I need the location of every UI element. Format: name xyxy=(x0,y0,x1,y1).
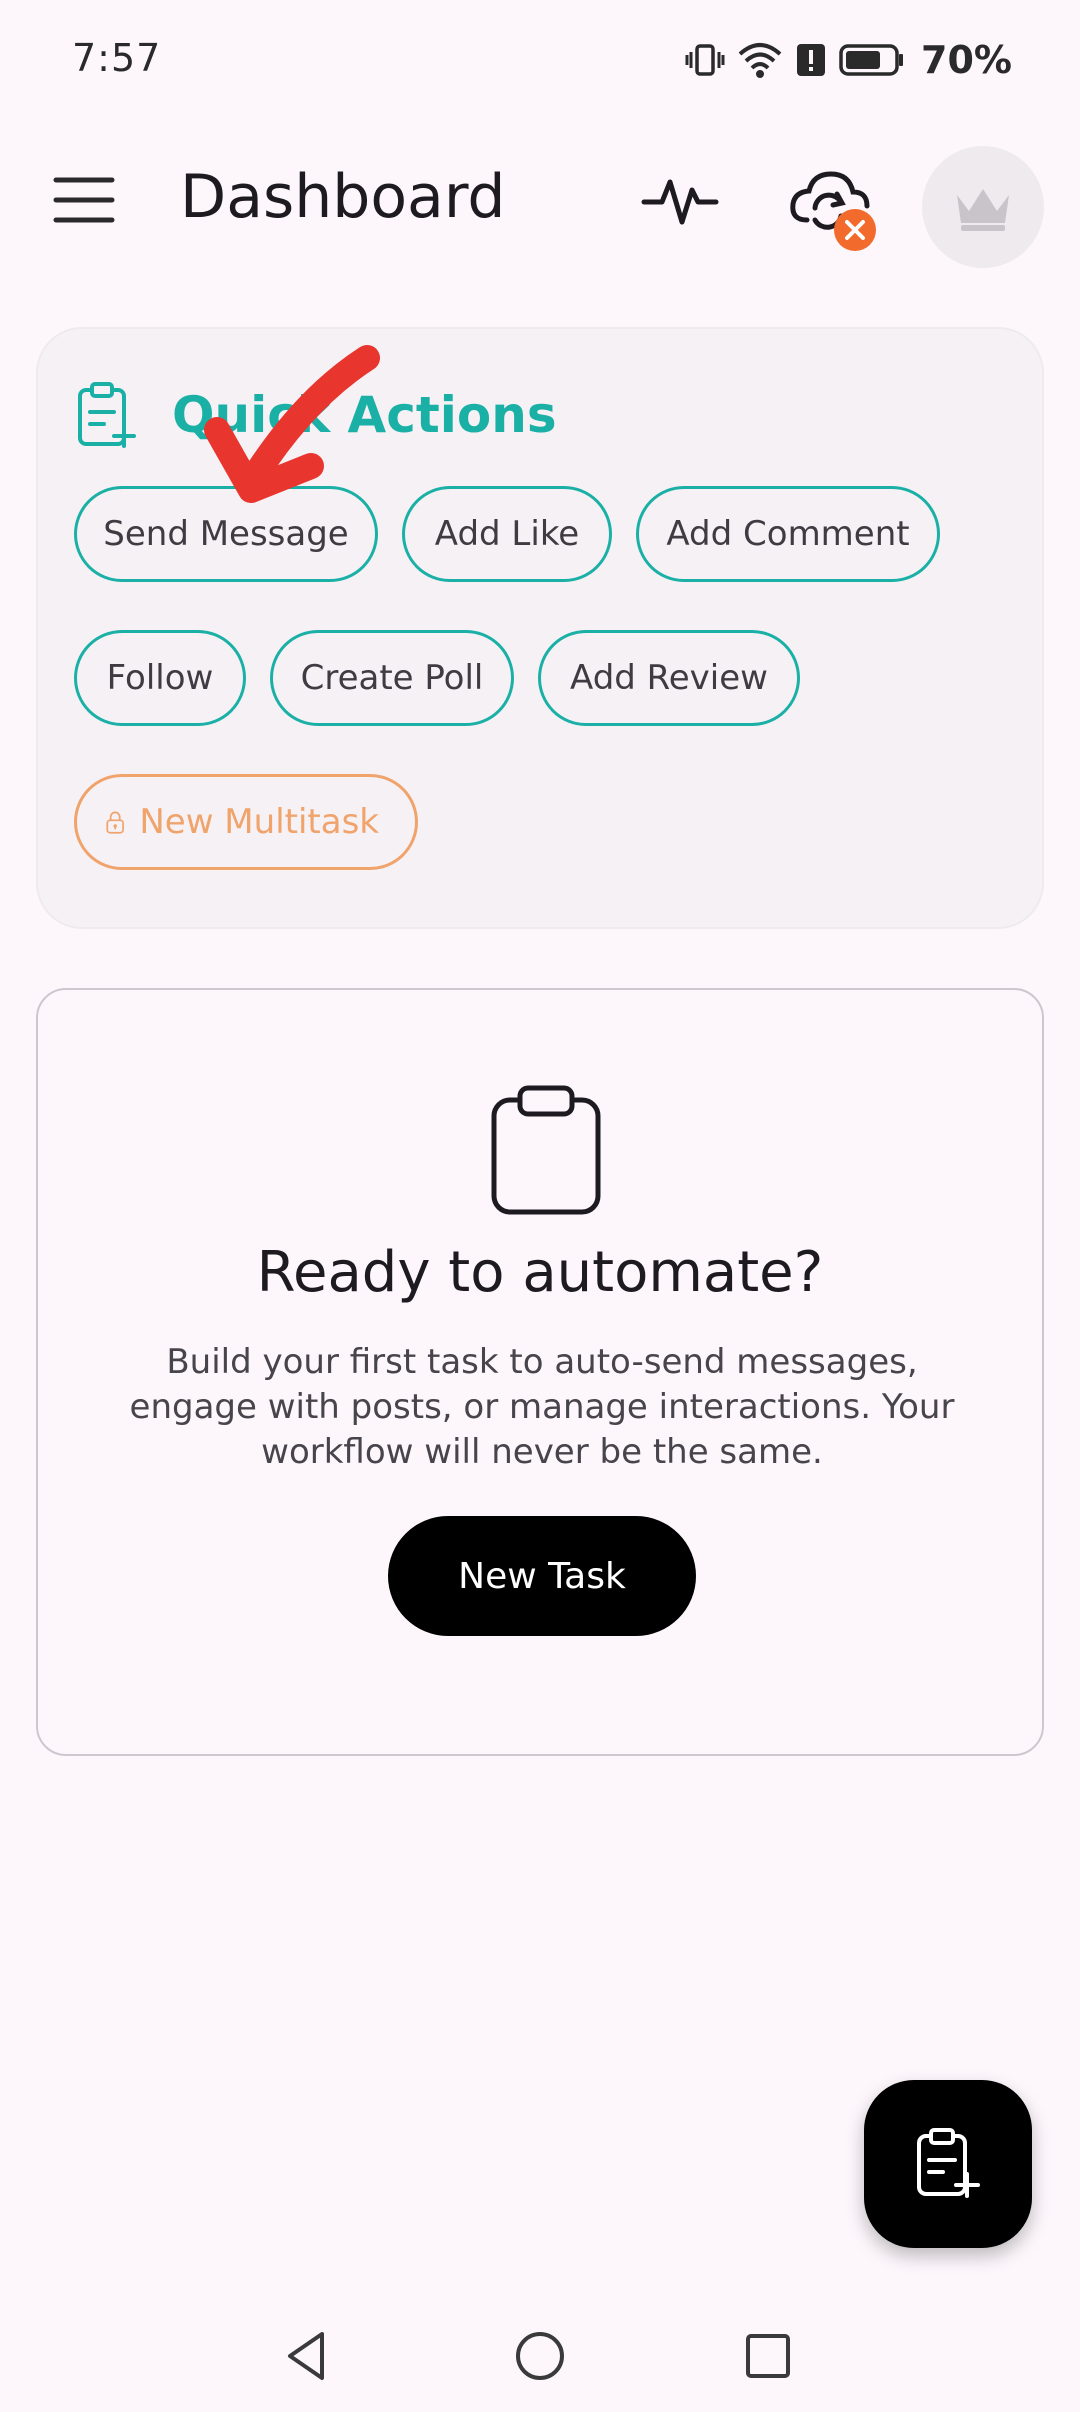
empty-state-description: Build your first task to auto-send messa… xyxy=(129,1342,955,1472)
recents-square-icon xyxy=(746,2334,790,2378)
empty-state-title: Ready to automate? xyxy=(256,1240,824,1305)
wifi-icon xyxy=(738,43,782,78)
status-bar: 7:57 70% xyxy=(0,0,1080,124)
crown-icon xyxy=(957,189,1009,231)
chip-follow[interactable]: Follow xyxy=(74,630,246,726)
cloud-sync-error-icon xyxy=(790,171,876,251)
quick-actions-header: Quick Actions xyxy=(74,377,557,453)
nav-recents-button[interactable] xyxy=(732,2320,804,2392)
status-time: 7:57 xyxy=(72,36,162,80)
nav-home-button[interactable] xyxy=(504,2320,576,2392)
cloud-sync-button[interactable] xyxy=(785,158,885,258)
quick-actions-card: Quick Actions Send Message Add Like Add … xyxy=(36,327,1044,929)
chip-row-3: New Multitask xyxy=(74,774,418,870)
add-task-fab[interactable] xyxy=(864,2080,1032,2248)
chip-add-like[interactable]: Add Like xyxy=(402,486,612,582)
chip-new-multitask-label: New Multitask xyxy=(139,802,379,842)
vibrate-icon xyxy=(685,44,725,76)
page-title: Dashboard xyxy=(180,162,506,232)
activity-button[interactable] xyxy=(640,164,720,236)
chip-add-review[interactable]: Add Review xyxy=(538,630,800,726)
premium-button[interactable] xyxy=(922,146,1044,268)
alert-icon xyxy=(797,44,826,76)
nav-back-button[interactable] xyxy=(272,2320,344,2392)
menu-button[interactable] xyxy=(50,166,118,234)
chip-add-comment[interactable]: Add Comment xyxy=(636,486,940,582)
status-icons: 70% xyxy=(685,36,1012,84)
system-nav-bar xyxy=(0,2300,1080,2412)
empty-state-card: Ready to automate? Build your first task… xyxy=(36,988,1044,1756)
clipboard-icon xyxy=(491,1085,601,1215)
chip-row-2: Follow Create Poll Add Review xyxy=(74,630,800,726)
back-triangle-icon xyxy=(288,2332,324,2380)
pulse-icon xyxy=(641,179,719,225)
battery-percent: 70% xyxy=(921,38,1012,82)
clipboard-add-icon xyxy=(917,2128,980,2198)
chip-create-poll[interactable]: Create Poll xyxy=(270,630,514,726)
app-bar: Dashboard xyxy=(0,124,1080,274)
hamburger-menu-icon xyxy=(53,177,115,223)
clipboard-add-icon xyxy=(78,382,136,448)
chip-send-message[interactable]: Send Message xyxy=(74,486,378,582)
lock-icon xyxy=(106,811,124,834)
home-circle-icon xyxy=(516,2332,564,2380)
battery-icon xyxy=(839,44,904,76)
quick-actions-title: Quick Actions xyxy=(172,386,557,444)
chip-row-1: Send Message Add Like Add Comment xyxy=(74,486,940,582)
chip-new-multitask[interactable]: New Multitask xyxy=(74,774,418,870)
new-task-button[interactable]: New Task xyxy=(388,1516,696,1636)
